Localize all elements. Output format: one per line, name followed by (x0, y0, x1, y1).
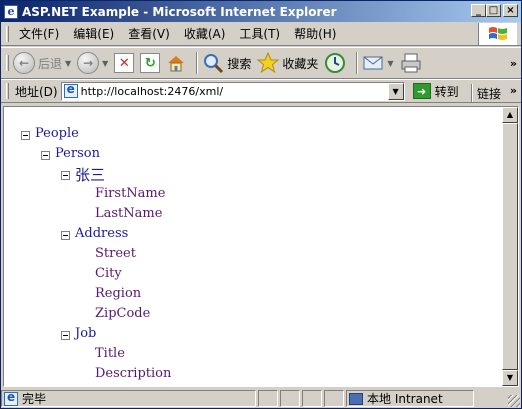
forward-icon: → (77, 52, 100, 74)
scroll-down-icon[interactable]: ▼ (502, 370, 518, 386)
collapse-toggle-icon[interactable] (61, 331, 70, 340)
history-icon (325, 53, 346, 73)
back-button[interactable]: ← 后退 ▼ (13, 52, 71, 74)
status-pane-empty (302, 390, 322, 407)
xml-tree-view: People Person 张三 FirstName LastName Addr… (4, 107, 502, 386)
mail-button[interactable]: ▼ (362, 53, 394, 73)
go-label: 转到 (434, 84, 459, 99)
search-button[interactable]: 搜索 (202, 52, 251, 74)
home-button[interactable] (166, 53, 186, 73)
links-toolbar[interactable]: 链接 (467, 84, 501, 102)
menu-tools[interactable]: 工具(T) (232, 25, 287, 42)
minimize-button[interactable]: _ (471, 4, 486, 17)
node-address[interactable]: Address (75, 226, 128, 241)
toolbar-more-icon[interactable]: » (510, 57, 517, 70)
address-label: 地址(D) (15, 84, 58, 99)
node-city[interactable]: City (95, 266, 122, 281)
back-icon: ← (13, 52, 35, 74)
forward-button[interactable]: → ▼ (77, 52, 108, 74)
ie-app-icon[interactable]: e (4, 4, 18, 19)
resize-grip-icon[interactable] (508, 395, 520, 407)
page-icon (63, 82, 78, 98)
node-person[interactable]: Person (55, 146, 100, 161)
back-label: 后退 (38, 56, 63, 71)
menu-edit[interactable]: 编辑(E) (66, 25, 121, 42)
node-region[interactable]: Region (95, 286, 141, 301)
node-name[interactable]: 张三 (75, 164, 105, 185)
node-zipcode[interactable]: ZipCode (95, 306, 150, 321)
browser-window: e ASP.NET Example - Microsoft Internet E… (0, 0, 522, 409)
refresh-button[interactable]: ↻ (140, 53, 161, 73)
window-controls: _ □ × (471, 4, 518, 17)
addressbar-grip[interactable] (6, 83, 9, 99)
security-zone-panel[interactable]: 本地 Intranet (346, 390, 474, 407)
node-lastname[interactable]: LastName (95, 206, 162, 221)
status-pane-empty (324, 390, 344, 407)
scroll-up-icon[interactable]: ▲ (502, 107, 518, 123)
stop-icon: ✕ (114, 53, 135, 73)
address-bar: 地址(D) ▼ ➜ 转到 链接 » (1, 79, 521, 103)
toolbar-separator (196, 52, 199, 74)
status-pane-empty (258, 390, 278, 407)
favorites-icon (257, 52, 280, 74)
windows-logo-icon (478, 23, 517, 45)
address-dropdown-icon[interactable]: ▼ (387, 82, 404, 100)
intranet-zone-icon (349, 392, 363, 405)
collapse-toggle-icon[interactable] (41, 151, 50, 160)
back-dropdown-icon[interactable]: ▼ (65, 59, 71, 68)
node-description[interactable]: Description (95, 366, 171, 381)
status-text: 完毕 (22, 392, 47, 406)
mail-dropdown-icon[interactable]: ▼ (387, 59, 393, 68)
content-frame: People Person 张三 FirstName LastName Addr… (3, 106, 519, 387)
go-arrow-icon: ➜ (412, 83, 431, 99)
toolbar-separator (356, 52, 359, 74)
standard-toolbar: ← 后退 ▼ → ▼ ✕ ↻ 搜索 收藏夹 ▼ » (1, 47, 521, 79)
address-combobox[interactable]: ▼ (60, 81, 405, 101)
maximize-button[interactable]: □ (486, 4, 501, 17)
status-bar: 完毕 本地 Intranet (1, 389, 521, 408)
search-icon (204, 54, 224, 74)
collapse-toggle-icon[interactable] (21, 131, 30, 140)
node-firstname[interactable]: FirstName (95, 186, 165, 201)
node-job[interactable]: Job (75, 326, 96, 341)
menu-file[interactable]: 文件(F) (13, 25, 66, 42)
collapse-toggle-icon[interactable] (61, 231, 70, 240)
forward-dropdown-icon[interactable]: ▼ (102, 59, 108, 68)
favorites-label: 收藏夹 (282, 56, 319, 71)
print-icon (401, 53, 421, 73)
status-panel: 完毕 (1, 390, 256, 407)
print-button[interactable] (400, 52, 422, 74)
scroll-thumb[interactable] (502, 123, 518, 370)
menu-view[interactable]: 查看(V) (121, 25, 177, 42)
stop-button[interactable]: ✕ (114, 53, 135, 73)
menu-bar: 文件(F) 编辑(E) 查看(V) 收藏(A) 工具(T) 帮助(H) (1, 22, 521, 46)
node-people[interactable]: People (35, 126, 79, 141)
menu-help[interactable]: 帮助(H) (287, 25, 343, 42)
links-label[interactable]: 链接 (477, 85, 501, 102)
window-title: ASP.NET Example - Microsoft Internet Exp… (22, 4, 337, 19)
close-button[interactable]: × (503, 4, 518, 17)
address-input[interactable] (80, 84, 381, 98)
links-more-icon[interactable]: » (510, 84, 517, 97)
links-separator (470, 84, 473, 102)
mail-icon (363, 56, 383, 70)
menubar-grip[interactable] (6, 25, 9, 42)
status-pane-empty (280, 390, 300, 407)
vertical-scrollbar[interactable]: ▲ ▼ (502, 107, 518, 386)
zone-text: 本地 Intranet (367, 392, 443, 406)
node-street[interactable]: Street (95, 246, 136, 261)
node-title[interactable]: Title (95, 346, 125, 361)
toolbar-grip[interactable] (6, 55, 9, 71)
favorites-button[interactable]: 收藏夹 (257, 52, 318, 74)
history-button[interactable] (324, 52, 346, 74)
home-icon (166, 53, 186, 73)
refresh-icon: ↻ (140, 53, 161, 73)
title-bar[interactable]: e ASP.NET Example - Microsoft Internet E… (1, 1, 521, 22)
search-label: 搜索 (227, 56, 252, 71)
go-button[interactable]: ➜ 转到 (412, 83, 459, 100)
menu-favorites[interactable]: 收藏(A) (177, 25, 233, 42)
page-done-icon (4, 390, 18, 406)
collapse-toggle-icon[interactable] (61, 171, 70, 180)
